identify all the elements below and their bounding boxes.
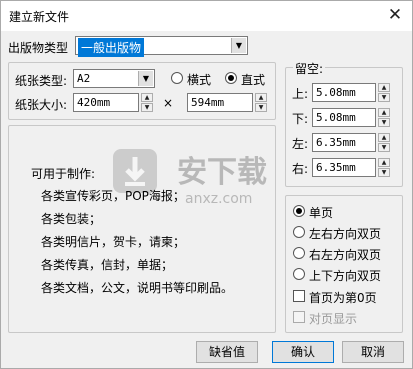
right-left-spread-radio[interactable] <box>293 247 305 259</box>
paper-type-value: A2 <box>77 72 91 85</box>
single-page-radio[interactable] <box>293 205 305 217</box>
close-icon[interactable]: ✕ <box>384 5 406 27</box>
watermark-cn: 安下载 <box>177 155 267 190</box>
title-bar: 建立新文件 ✕ <box>1 1 412 31</box>
margin-left-value: 6.35mm <box>316 136 356 149</box>
paper-height-input[interactable]: 594mm <box>187 93 253 112</box>
margin-top-spinner[interactable]: ▲ ▼ <box>378 83 390 102</box>
left-right-spread-radio[interactable] <box>293 226 305 238</box>
paper-width-spinner[interactable]: ▲ ▼ <box>141 93 153 112</box>
facing-pages-checkbox[interactable] <box>293 311 305 323</box>
facing-pages-label: 对页显示 <box>309 312 358 326</box>
margin-right-value: 6.35mm <box>316 161 356 174</box>
portrait-radio[interactable] <box>225 72 237 84</box>
watermark-text: anxz.com <box>185 191 253 207</box>
size-separator: × <box>163 96 174 110</box>
ok-button[interactable]: 确认 <box>272 341 334 363</box>
description-line: 各类传真，信封，单据； <box>41 258 174 272</box>
paper-type-select[interactable]: A2 ▼ <box>73 69 155 88</box>
paper-height-value: 594mm <box>191 96 225 109</box>
description-line: 各类宣传彩页，POP海报； <box>41 189 185 203</box>
margins-label: 留空: <box>293 60 326 77</box>
paper-height-spinner[interactable]: ▲ ▼ <box>255 93 267 112</box>
top-bottom-spread-radio[interactable] <box>293 268 305 280</box>
landscape-label: 横式 <box>187 73 212 87</box>
landscape-radio[interactable] <box>171 72 183 84</box>
description-line: 各类明信片，贺卡，请柬； <box>41 235 186 249</box>
margin-right-spinner[interactable]: ▲ ▼ <box>378 158 390 177</box>
single-page-label: 单页 <box>309 206 334 220</box>
paper-width-input[interactable]: 420mm <box>73 93 139 112</box>
margin-bottom-label: 下: <box>292 112 309 126</box>
cancel-button[interactable]: 取消 <box>342 341 404 363</box>
chevron-down-icon[interactable]: ▼ <box>231 38 246 53</box>
description-heading: 可用于制作: <box>31 167 96 181</box>
margin-top-value: 5.08mm <box>316 86 356 99</box>
description-line: 各类文档，公文，说明书等印刷品。 <box>41 281 234 295</box>
paper-type-label: 纸张类型: <box>15 74 68 88</box>
margin-left-label: 左: <box>292 137 309 151</box>
margin-top-label: 上: <box>292 87 309 101</box>
publication-type-label: 出版物类型 <box>8 41 69 55</box>
portrait-label: 直式 <box>241 73 266 87</box>
margin-bottom-spinner[interactable]: ▲ ▼ <box>378 108 390 127</box>
paper-width-value: 420mm <box>77 96 111 109</box>
paper-size-label: 纸张大小: <box>15 98 68 112</box>
margin-bottom-input[interactable]: 5.08mm <box>312 108 376 127</box>
margin-bottom-value: 5.08mm <box>316 111 356 124</box>
margin-top-input[interactable]: 5.08mm <box>312 83 376 102</box>
publication-type-value: 一般出版物 <box>78 38 145 57</box>
left-right-spread-label: 左右方向双页 <box>309 227 382 241</box>
margin-left-spinner[interactable]: ▲ ▼ <box>378 133 390 152</box>
defaults-button[interactable]: 缺省值 <box>196 341 258 363</box>
right-left-spread-label: 右左方向双页 <box>309 248 382 262</box>
margin-left-input[interactable]: 6.35mm <box>312 133 376 152</box>
top-bottom-spread-label: 上下方向双页 <box>309 269 382 283</box>
description-line: 各类包装； <box>41 212 102 226</box>
window-title: 建立新文件 <box>9 10 70 24</box>
first-page-zero-checkbox[interactable] <box>293 290 305 302</box>
chevron-down-icon[interactable]: ▼ <box>138 71 153 86</box>
new-document-dialog: 建立新文件 ✕ 出版物类型 一般出版物 ▼ 纸张类型: A2 ▼ 横式 直式 纸… <box>0 0 413 369</box>
margin-right-label: 右: <box>292 162 309 176</box>
first-page-zero-label: 首页为第0页 <box>309 291 377 305</box>
publication-type-select[interactable]: 一般出版物 ▼ <box>75 36 248 57</box>
margin-right-input[interactable]: 6.35mm <box>312 158 376 177</box>
